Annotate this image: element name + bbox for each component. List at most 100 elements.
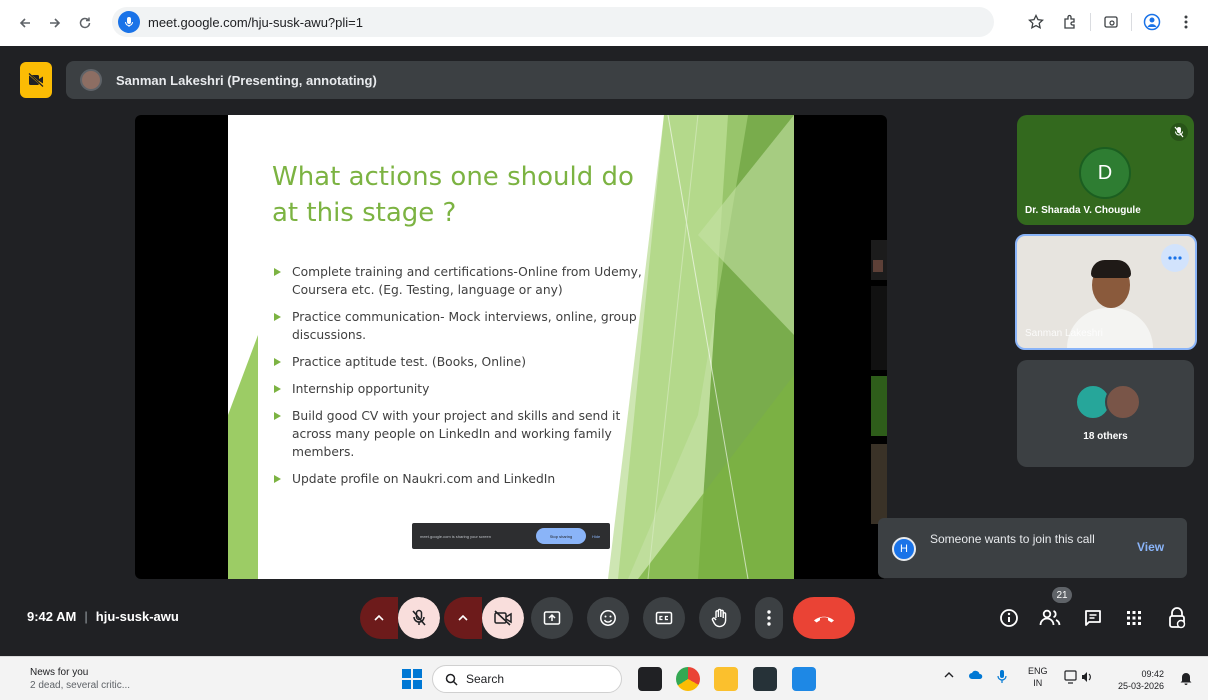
people-icon xyxy=(1039,609,1061,626)
camera-control xyxy=(444,597,524,639)
participant-tile[interactable]: D Dr. Sharada V. Chougule xyxy=(1017,115,1194,225)
camera-toggle-button[interactable] xyxy=(482,597,524,639)
captions-icon xyxy=(655,611,673,625)
forward-icon[interactable] xyxy=(40,8,70,38)
url-text: meet.google.com/hju-susk-awu?pli=1 xyxy=(148,14,363,30)
participant-name: Sanman Lakeshri xyxy=(1025,328,1103,339)
hide-notice-button[interactable]: Hide xyxy=(592,534,600,539)
end-call-icon xyxy=(814,616,834,623)
others-count-label: 18 others xyxy=(1083,431,1128,442)
task-view-icon[interactable] xyxy=(638,667,662,691)
slide-bullet: Practice aptitude test. (Books, Online) xyxy=(272,353,662,371)
meeting-code: hju-susk-awu xyxy=(95,609,179,624)
region-code: IN xyxy=(1033,678,1043,688)
os-taskbar: News for you 2 dead, several critic... S… xyxy=(0,656,1208,700)
browser-menu-icon[interactable] xyxy=(1172,8,1200,36)
activities-button[interactable] xyxy=(1121,605,1147,631)
outlook-icon[interactable] xyxy=(792,667,816,691)
network-volume-icons[interactable] xyxy=(1064,669,1094,685)
camera-off-badge-icon xyxy=(20,62,52,98)
extensions-icon[interactable] xyxy=(1056,8,1084,36)
meeting-time: 9:42 AM xyxy=(27,609,77,624)
bookmark-star-icon[interactable] xyxy=(1022,8,1050,36)
windows-start-icon[interactable] xyxy=(402,669,422,689)
slide-bullet: Internship opportunity xyxy=(272,380,662,398)
tab-search-icon[interactable] xyxy=(1097,8,1125,36)
news-headline: 2 dead, several critic... xyxy=(30,680,131,691)
presenter-bar: Sanman Lakeshri (Presenting, annotating) xyxy=(66,61,1194,99)
slide-title: What actions one should do at this stage… xyxy=(272,162,634,228)
participant-count-badge: 21 xyxy=(1052,587,1072,603)
present-button[interactable] xyxy=(531,597,573,639)
screen-share-notice: meet.google.com is sharing your screen S… xyxy=(412,523,610,549)
clock-date: 25-03-2026 xyxy=(1118,681,1165,691)
chat-icon xyxy=(1085,610,1101,626)
toolbar-divider xyxy=(1131,13,1132,31)
reactions-button[interactable] xyxy=(587,597,629,639)
avatar: H xyxy=(892,537,916,561)
camera-options-chevron-icon[interactable] xyxy=(444,597,482,639)
show-hidden-icons[interactable] xyxy=(944,672,954,678)
mic-off-icon xyxy=(412,609,426,626)
more-options-button[interactable] xyxy=(755,597,783,639)
camera-off-icon xyxy=(494,610,512,626)
more-options-icon[interactable] xyxy=(1161,244,1189,272)
presentation-stage: What actions one should do at this stage… xyxy=(135,115,887,579)
participant-tile[interactable]: Sanman Lakeshri xyxy=(1015,234,1197,350)
slide-bullet-list: Complete training and certifications-Onl… xyxy=(272,263,662,497)
view-button[interactable]: View xyxy=(1137,540,1164,554)
host-controls-button[interactable] xyxy=(1164,605,1190,631)
chevron-up-icon xyxy=(944,672,954,678)
people-button[interactable] xyxy=(1037,605,1063,631)
emoji-icon xyxy=(600,610,616,626)
mic-off-icon xyxy=(1170,123,1188,141)
chrome-icon[interactable] xyxy=(676,667,700,691)
mic-toggle-button[interactable] xyxy=(398,597,440,639)
leave-call-button[interactable] xyxy=(793,597,855,639)
onedrive-icon[interactable] xyxy=(968,670,984,680)
meeting-info-separator: | xyxy=(84,609,88,624)
participant-video xyxy=(1091,260,1131,278)
meeting-details-button[interactable] xyxy=(996,605,1022,631)
apps-grid-icon xyxy=(1127,611,1141,625)
slide-bullet: Update profile on Naukri.com and LinkedI… xyxy=(272,470,662,488)
others-tile[interactable]: 18 others xyxy=(1017,360,1194,467)
presentation-slide: What actions one should do at this stage… xyxy=(228,115,794,579)
address-bar[interactable]: meet.google.com/hju-susk-awu?pli=1 xyxy=(112,7,994,37)
meeting-info: 9:42 AM | hju-susk-awu xyxy=(27,609,179,624)
more-vertical-icon xyxy=(767,610,771,626)
search-label: Search xyxy=(466,672,505,686)
nested-share-preview xyxy=(871,240,887,524)
participant-name: Dr. Sharada V. Chougule xyxy=(1025,205,1141,216)
toolbar-divider xyxy=(1090,13,1091,31)
raise-hand-button[interactable] xyxy=(699,597,741,639)
reload-icon[interactable] xyxy=(70,8,100,38)
microphone-tray-icon[interactable] xyxy=(997,669,1007,685)
avatar xyxy=(1105,384,1141,420)
sticky-notes-icon[interactable] xyxy=(753,667,777,691)
avatar xyxy=(80,69,102,91)
present-screen-icon xyxy=(543,611,561,625)
toast-message: Someone wants to join this call xyxy=(930,532,1095,546)
info-icon xyxy=(1000,609,1018,627)
captions-button[interactable] xyxy=(643,597,685,639)
slide-bullet: Practice communication- Mock interviews,… xyxy=(272,308,662,344)
search-icon xyxy=(445,673,458,686)
microphone-control xyxy=(360,597,440,639)
language-indicator[interactable]: ENG IN xyxy=(1028,665,1048,689)
back-icon[interactable] xyxy=(10,8,40,38)
notifications-icon[interactable] xyxy=(1180,671,1192,685)
slide-bullet: Build good CV with your project and skil… xyxy=(272,407,662,461)
system-clock[interactable]: 09:42 25-03-2026 xyxy=(1118,668,1164,692)
news-title: News for you xyxy=(30,667,89,678)
file-explorer-icon[interactable] xyxy=(714,667,738,691)
lock-person-icon xyxy=(1169,607,1186,629)
profile-icon[interactable] xyxy=(1138,8,1166,36)
stop-sharing-button[interactable]: Stop sharing xyxy=(536,528,586,544)
share-notice-text: meet.google.com is sharing your screen xyxy=(420,533,491,539)
join-request-toast: H Someone wants to join this call View xyxy=(878,518,1187,578)
taskbar-search[interactable]: Search xyxy=(432,665,622,693)
mic-options-chevron-icon[interactable] xyxy=(360,597,398,639)
chat-button[interactable] xyxy=(1080,605,1106,631)
news-widget[interactable]: News for you 2 dead, several critic... xyxy=(30,666,130,692)
